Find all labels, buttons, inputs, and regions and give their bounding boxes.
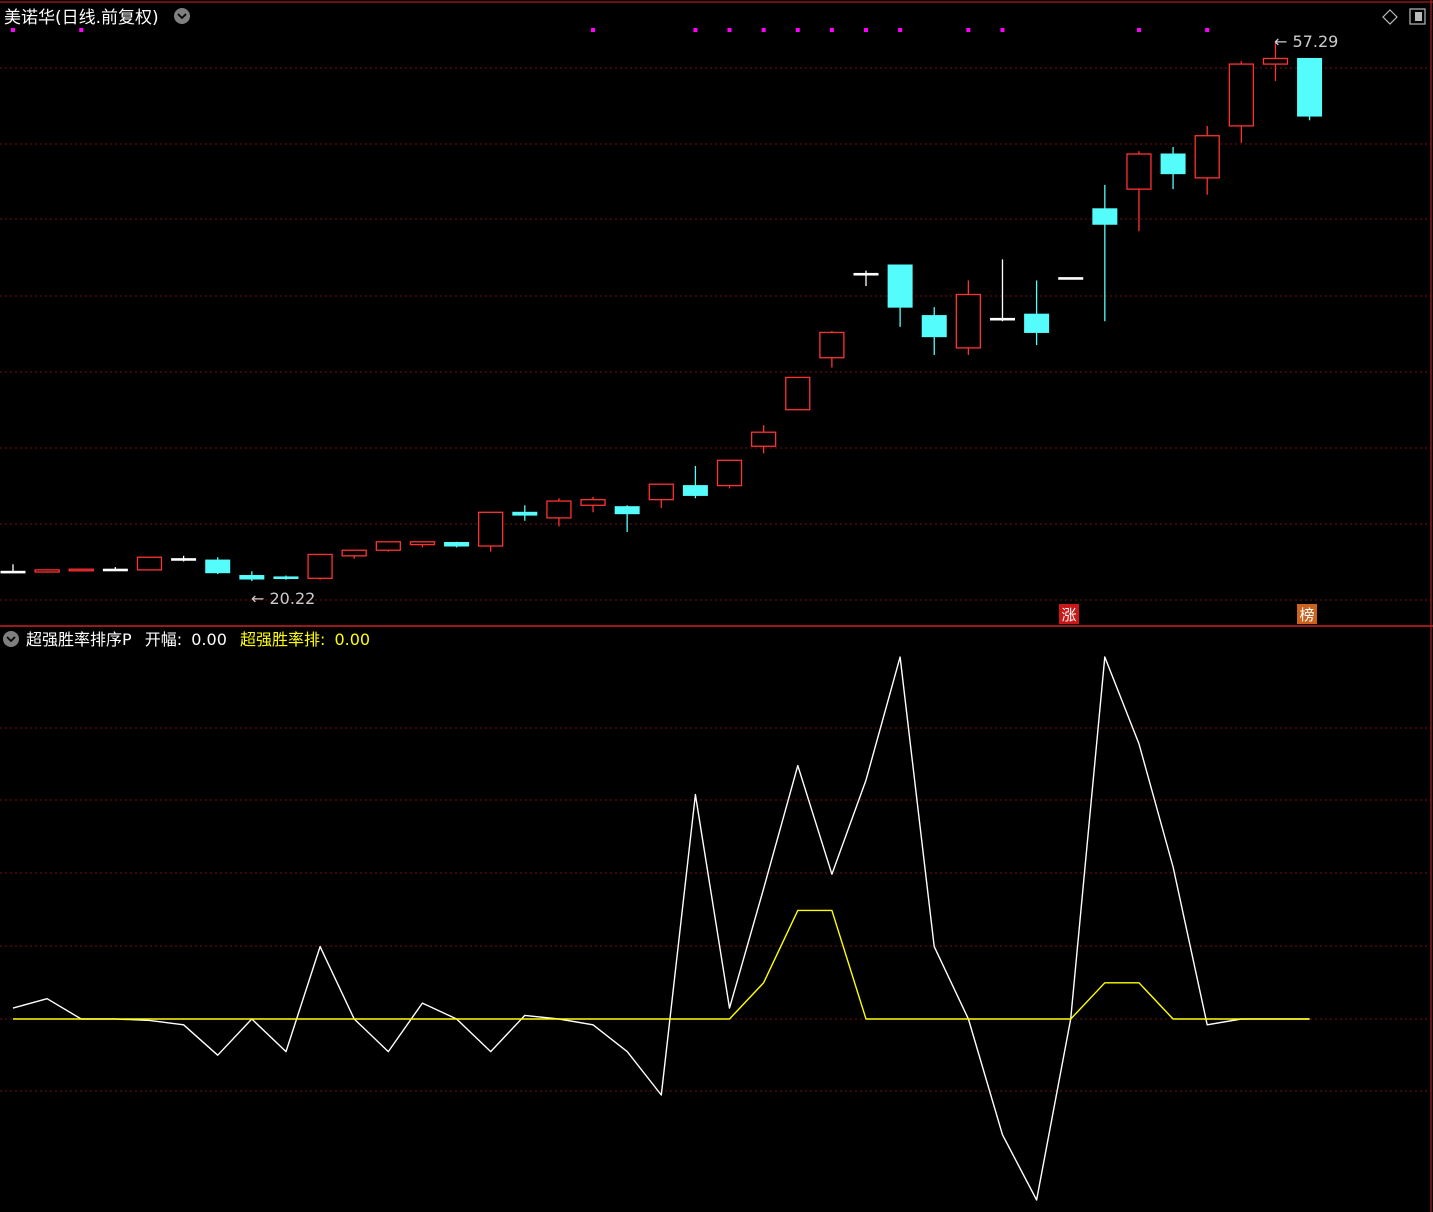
candle-body: [307, 553, 333, 579]
marker-dot: [864, 28, 868, 32]
marker-dots: [11, 28, 1210, 32]
candle-body: [1262, 57, 1289, 65]
chevron-down-icon[interactable]: [174, 8, 190, 24]
chevron-down-icon[interactable]: [3, 631, 19, 647]
candle-body: [102, 568, 128, 572]
candle-body: [512, 511, 538, 516]
marker-dot: [1000, 28, 1005, 32]
marker-dot: [727, 28, 732, 32]
window-icon[interactable]: [1409, 8, 1426, 25]
field2-label: 超强胜率排:: [240, 630, 325, 649]
marker-dot: [966, 28, 971, 32]
candle-body: [614, 506, 640, 515]
marker-dot: [79, 28, 84, 32]
marker-dot: [898, 28, 903, 32]
candle-body: [136, 556, 163, 571]
candle-body: [955, 293, 982, 349]
indicator-name: 超强胜率排序P: [26, 630, 132, 649]
candle-body: [478, 511, 504, 547]
candle-body: [341, 549, 367, 557]
candle-body: [34, 569, 60, 573]
badge-zhang[interactable]: 涨: [1059, 604, 1079, 624]
indicator-dropdown-button[interactable]: [3, 631, 19, 647]
candle-body: [785, 376, 811, 411]
candle-body: [1297, 57, 1323, 117]
candle-body: [375, 541, 401, 551]
chart-canvas: 美诺华(日线.前复权) ← 20.22 ← 57.29 涨 榜 超强胜率排序P …: [0, 0, 1433, 1212]
marker-dot: [693, 28, 698, 32]
low-price-label: ← 20.22: [251, 589, 315, 608]
candle-body: [989, 317, 1015, 321]
marker-dot: [761, 28, 766, 32]
field2-value: 0.00: [334, 630, 370, 649]
candle-body: [887, 264, 913, 308]
candle-body: [68, 568, 94, 572]
candle-body: [0, 570, 26, 574]
candle-body: [648, 483, 674, 501]
candle-body: [1092, 208, 1118, 225]
marker-dot: [1205, 28, 1210, 32]
high-price-label: ← 57.29: [1274, 32, 1338, 51]
candle-body: [1126, 153, 1152, 190]
badge-zhang-text: 涨: [1061, 606, 1076, 624]
candle-body: [546, 500, 572, 519]
indicator-line: [13, 909, 1310, 1020]
diamond-icon[interactable]: [1382, 9, 1398, 25]
candle-body: [921, 315, 947, 338]
marker-dot: [591, 28, 596, 32]
candle-body: [444, 542, 470, 547]
badge-bang[interactable]: 榜: [1297, 604, 1317, 624]
candlestick-series: [0, 43, 1323, 582]
marker-dot: [1136, 28, 1141, 32]
chart-title: 美诺华(日线.前复权): [4, 8, 159, 28]
indicator-header: 超强胜率排序P 开幅: 0.00 超强胜率排: 0.00: [26, 630, 370, 649]
candle-body: [171, 558, 197, 561]
indicator-series: [12, 656, 1310, 1201]
candle-body: [409, 541, 436, 546]
candle-body: [239, 575, 265, 580]
candle-body: [1228, 63, 1254, 127]
marker-dot: [11, 28, 15, 32]
candle-body: [682, 485, 708, 496]
candle-body: [819, 331, 845, 359]
candle-body: [716, 459, 743, 487]
candle-body: [1194, 135, 1220, 179]
candle-body: [750, 431, 777, 447]
candle-body: [580, 498, 606, 506]
candle-body: [205, 559, 231, 574]
field1-label: 开幅:: [145, 630, 182, 649]
candle-body: [853, 272, 879, 276]
grid-layer: [0, 67, 1431, 1092]
badge-bang-text: 榜: [1299, 606, 1314, 624]
candle-body: [1058, 277, 1084, 280]
indicator-line: [12, 656, 1310, 1201]
candle-body: [1160, 153, 1186, 175]
marker-dot: [795, 28, 800, 32]
candle-body: [273, 576, 299, 580]
candle-body: [1024, 313, 1050, 333]
field1-value: 0.00: [191, 630, 227, 649]
marker-dot: [829, 28, 834, 32]
title-dropdown-button[interactable]: [174, 8, 190, 24]
